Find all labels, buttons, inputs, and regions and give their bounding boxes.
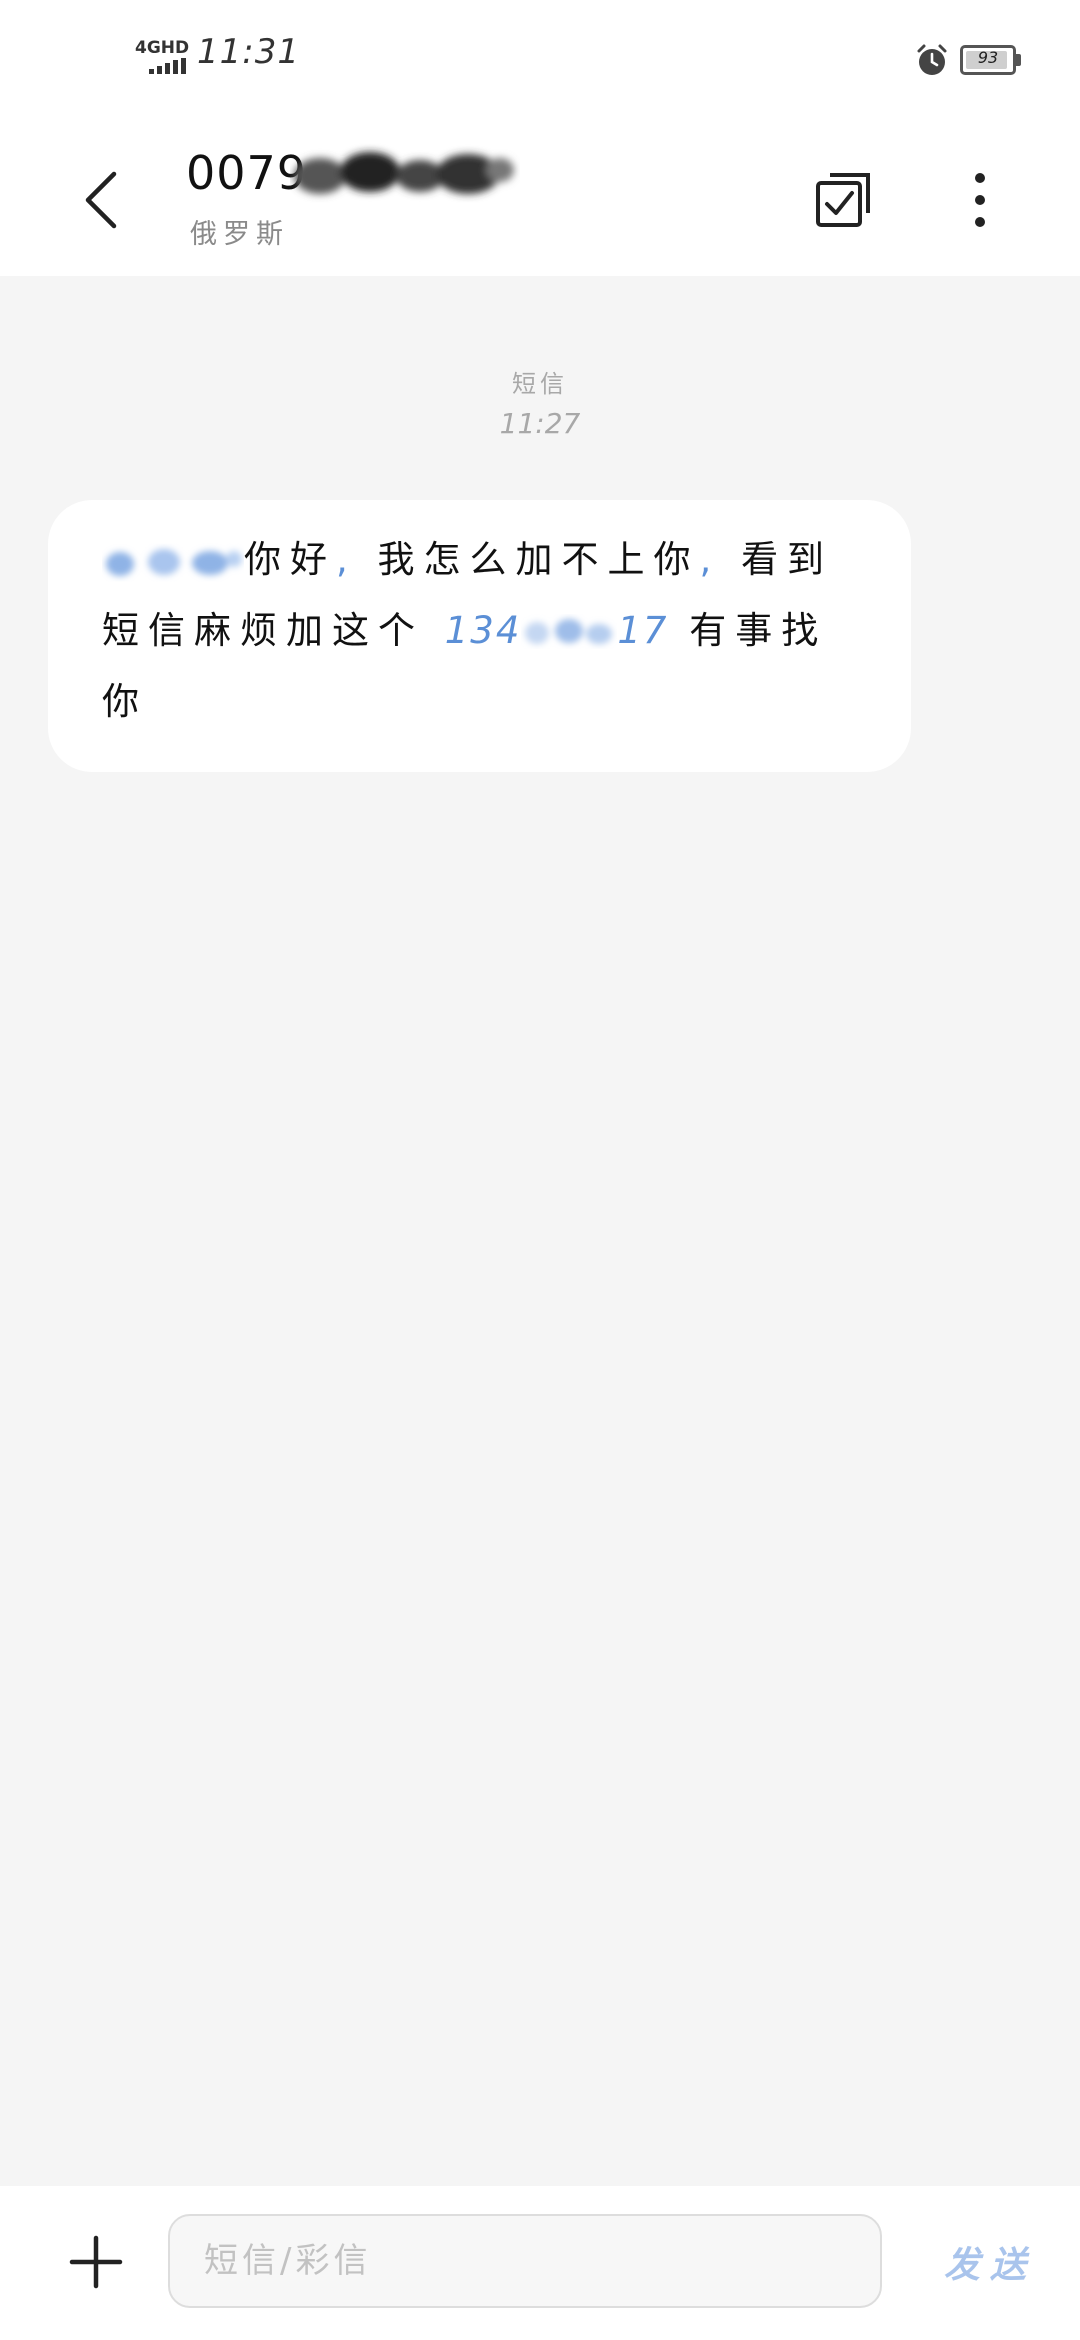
compose-bar: 发送 <box>0 2186 1080 2340</box>
redacted-number-mask <box>294 152 514 194</box>
message-input[interactable] <box>168 2214 882 2308</box>
contact-number: 0079 <box>186 146 308 200</box>
plus-icon <box>69 2235 123 2289</box>
incoming-message-bubble[interactable]: 你好, 我怎么加不上你, 看到短信麻烦加这个 134 17 有事找你 <box>48 500 911 772</box>
status-time: 11:31 <box>197 32 300 72</box>
battery-level: 93 <box>977 48 999 67</box>
status-bar: 4GHD 11:31 93 <box>0 0 1080 120</box>
checkbox-multi-icon <box>816 173 870 227</box>
message-meta: 短信 11:27 <box>0 364 1080 440</box>
conversation-header: 0079 俄罗斯 <box>0 120 1080 276</box>
add-attachment-button[interactable] <box>56 2222 136 2302</box>
network-type: 4GHD <box>135 38 190 58</box>
message-text-part2: 我怎么加不上你 <box>377 538 700 581</box>
alarm-icon <box>917 44 947 75</box>
phone-number-suffix: 17 <box>617 609 669 652</box>
message-list[interactable]: 短信 11:27 你好, 我怎么加不上你, 看到短信麻烦加这个 134 17 有… <box>0 276 1080 2186</box>
more-vertical-icon <box>975 173 985 227</box>
sms-conversation-screen: 4GHD 11:31 93 0079 俄罗斯 短信 11:27 你好, 我怎么加… <box>0 0 1080 2340</box>
redacted-phone-mask <box>525 618 613 644</box>
chevron-left-icon <box>85 171 117 229</box>
redacted-name-mask <box>106 548 242 576</box>
message-text-part1: 你好 <box>244 538 336 581</box>
contact-country: 俄罗斯 <box>190 219 289 250</box>
signal-bars-icon <box>149 58 186 74</box>
message-timestamp: 11:27 <box>499 407 581 440</box>
battery-tip <box>1016 54 1021 66</box>
message-comma-2: , <box>699 538 721 581</box>
phone-link[interactable]: 134 17 <box>445 609 669 652</box>
more-options-button[interactable] <box>940 160 1020 240</box>
send-button[interactable]: 发送 <box>920 2222 1060 2302</box>
phone-number-prefix: 134 <box>444 609 522 652</box>
back-button[interactable] <box>60 160 140 240</box>
battery-indicator: 93 <box>960 45 1022 75</box>
signal-icon: 4GHD <box>135 38 190 76</box>
multi-select-button[interactable] <box>805 160 885 240</box>
message-type-label: 短信 <box>512 370 568 398</box>
message-comma-1: , <box>336 538 357 581</box>
